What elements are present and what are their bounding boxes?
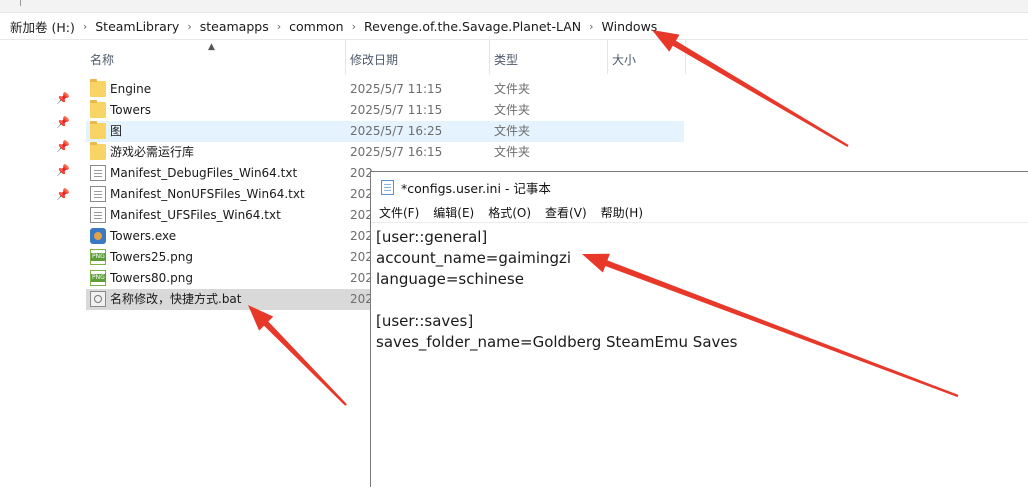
folder-icon	[90, 79, 106, 97]
menu-format[interactable]: 格式(O)	[481, 204, 538, 221]
strip-divider	[20, 0, 21, 6]
png-icon	[90, 249, 106, 265]
file-name: Towers	[110, 103, 152, 117]
bat-icon	[90, 291, 106, 307]
pin-icon[interactable]: 📌	[56, 188, 70, 201]
notepad-text-area[interactable]: [user::general] account_name=gaimingzi l…	[371, 223, 1028, 488]
notepad-window[interactable]: *configs.user.ini - 记事本 文件(F) 编辑(E) 格式(O…	[370, 171, 1028, 487]
menu-view[interactable]: 查看(V)	[538, 204, 594, 221]
pin-icon[interactable]: 📌	[56, 116, 70, 129]
file-type: 文件夹	[494, 145, 531, 159]
file-name: Manifest_UFSFiles_Win64.txt	[110, 208, 281, 222]
file-type: 文件夹	[494, 103, 531, 117]
folder-icon	[90, 100, 106, 118]
breadcrumb-steamapps[interactable]: steamapps	[194, 19, 275, 34]
file-date: 2025/5/7 11:15	[350, 103, 443, 117]
menu-file[interactable]: 文件(F)	[371, 204, 426, 221]
text-line: saves_folder_name=Goldberg SteamEmu Save…	[376, 333, 738, 351]
breadcrumb[interactable]: 新加卷 (H:) › SteamLibrary › steamapps › co…	[0, 13, 1028, 40]
file-row[interactable]: 游戏必需运行库 2025/5/7 16:15 文件夹	[86, 142, 684, 163]
exe-icon	[90, 228, 106, 244]
file-name: Towers25.png	[110, 250, 193, 264]
file-name: Engine	[110, 82, 152, 96]
text-line	[376, 290, 1023, 311]
notepad-menu-bar: 文件(F) 编辑(E) 格式(O) 查看(V) 帮助(H)	[371, 202, 1028, 223]
txt-icon	[90, 207, 106, 223]
file-name: 名称修改，快捷方式.bat	[110, 292, 242, 306]
menu-edit[interactable]: 编辑(E)	[426, 204, 481, 221]
file-date: 2025/5/7 16:25	[350, 124, 443, 138]
file-date: 2025/5/7 11:15	[350, 82, 443, 96]
txt-icon	[90, 165, 106, 181]
chevron-right-icon: ›	[187, 19, 192, 33]
breadcrumb-steamlibrary[interactable]: SteamLibrary	[89, 19, 185, 34]
chevron-right-icon: ›	[351, 19, 356, 33]
file-row[interactable]: Engine 2025/5/7 11:15 文件夹	[86, 79, 684, 100]
notepad-title-bar[interactable]: *configs.user.ini - 记事本	[371, 172, 1028, 202]
file-row[interactable]: Towers 2025/5/7 11:15 文件夹	[86, 100, 684, 121]
text-line: [user::general]	[376, 228, 488, 246]
file-date: 2025/5/7 16:15	[350, 145, 443, 159]
file-name: Towers80.png	[110, 271, 193, 285]
folder-icon	[90, 121, 106, 139]
column-header-date[interactable]: 修改日期	[346, 40, 490, 74]
file-type: 文件夹	[494, 82, 531, 96]
pin-icon[interactable]: 📌	[56, 92, 70, 105]
navigation-pane: 📌 📌 📌 📌 📌	[0, 40, 80, 487]
chevron-right-icon: ›	[82, 19, 88, 33]
column-header-name[interactable]: 名称	[86, 40, 346, 74]
pin-icon[interactable]: 📌	[56, 140, 70, 153]
text-line: [user::saves]	[376, 312, 474, 330]
png-icon	[90, 270, 106, 286]
notepad-title: *configs.user.ini - 记事本	[401, 181, 551, 196]
file-name: 游戏必需运行库	[110, 145, 195, 159]
breadcrumb-windows[interactable]: Windows	[596, 19, 664, 34]
file-name: Manifest_NonUFSFiles_Win64.txt	[110, 187, 305, 201]
file-name: 图	[110, 124, 123, 138]
txt-icon	[90, 186, 106, 202]
text-line: account_name=gaimingzi	[376, 249, 572, 267]
file-type: 文件夹	[494, 124, 531, 138]
breadcrumb-game[interactable]: Revenge.of.the.Savage.Planet-LAN	[358, 19, 587, 34]
file-row[interactable]: 图 2025/5/7 16:25 文件夹	[86, 121, 684, 142]
top-strip	[0, 0, 1028, 13]
chevron-right-icon: ›	[589, 19, 594, 33]
menu-help[interactable]: 帮助(H)	[594, 204, 650, 221]
notepad-icon	[381, 180, 394, 195]
file-name: Towers.exe	[110, 229, 177, 243]
column-header-type[interactable]: 类型	[490, 40, 608, 74]
chevron-right-icon: ›	[276, 19, 282, 33]
pin-icon[interactable]: 📌	[56, 164, 70, 177]
breadcrumb-common[interactable]: common	[283, 19, 349, 34]
folder-icon	[90, 142, 106, 160]
text-line: language=schinese	[376, 270, 524, 288]
breadcrumb-drive[interactable]: 新加卷 (H:)	[0, 17, 81, 36]
column-header-size[interactable]: 大小	[608, 40, 686, 74]
file-name: Manifest_DebugFiles_Win64.txt	[110, 166, 298, 180]
